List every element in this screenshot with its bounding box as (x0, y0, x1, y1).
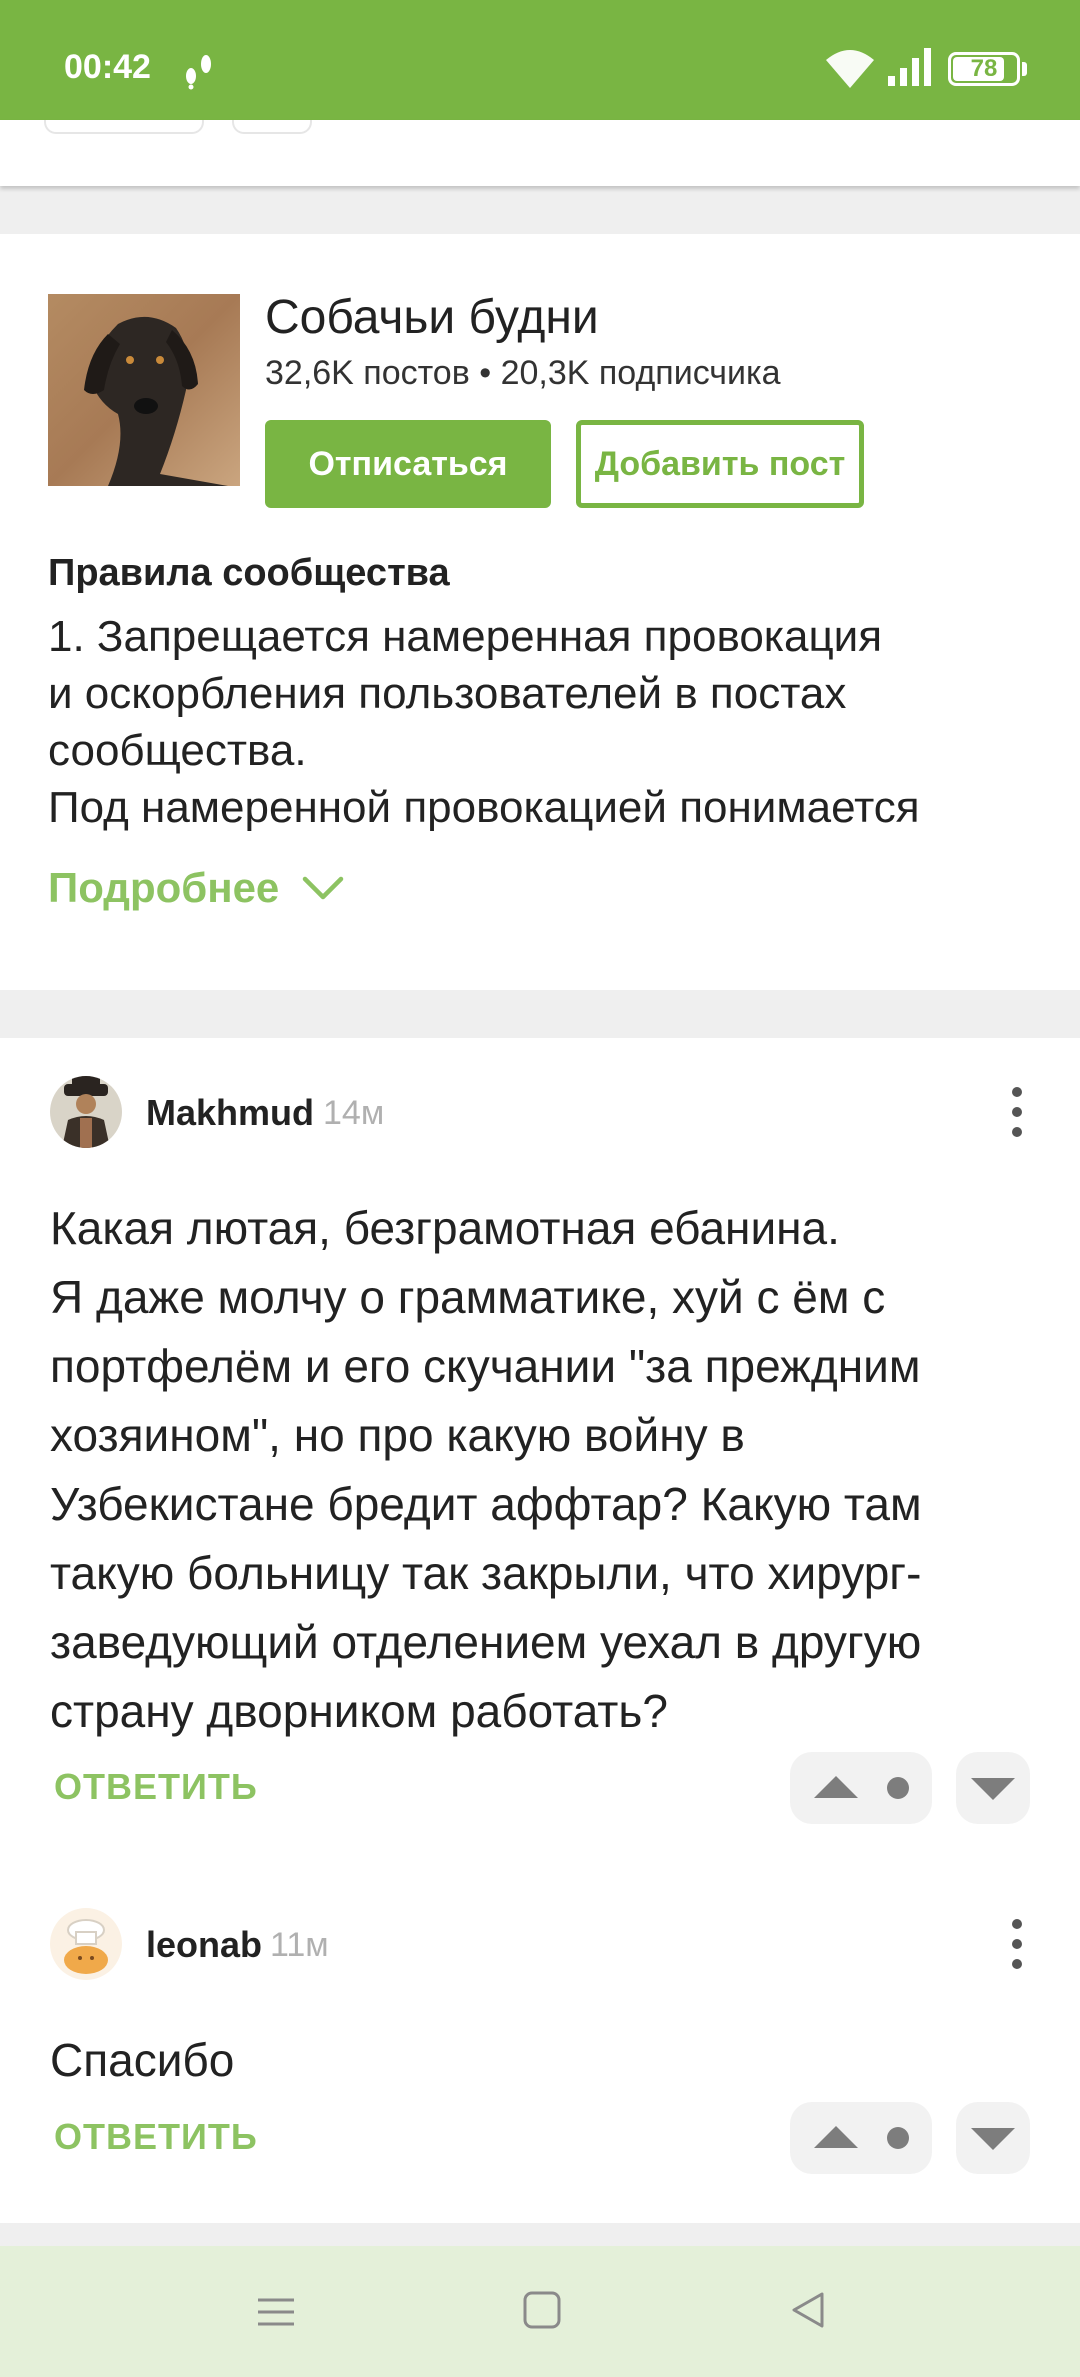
upvote-icon (814, 2126, 909, 2149)
previous-card-edge (0, 120, 1080, 186)
comment-text: Спасибо (50, 2026, 1050, 2095)
system-nav-bar (0, 2246, 1080, 2377)
menu-icon[interactable] (256, 2292, 296, 2332)
dog-photo-icon (48, 294, 240, 486)
community-name[interactable]: Собачьи будни (265, 290, 599, 345)
rules-line: 1. Запрещается намеренная провокация (48, 612, 883, 661)
comment-line: заведующий отделением уехал в другую (50, 1616, 922, 1668)
add-post-button[interactable]: Добавить пост (576, 420, 864, 508)
upvote-control[interactable] (790, 2102, 932, 2174)
reply-button[interactable]: ОТВЕТИТЬ (54, 2116, 258, 2158)
user-avatar-icon (50, 1076, 122, 1148)
unsubscribe-button[interactable]: Отписаться (265, 420, 551, 508)
previous-card-button-stub (232, 120, 312, 134)
comment: Makhmud 14м Какая лютая, безграмотная еб… (0, 1038, 1080, 1824)
back-icon[interactable] (788, 2290, 828, 2330)
more-button[interactable]: Подробнее (48, 864, 345, 912)
battery-level: 78 (970, 55, 998, 82)
chevron-down-icon (303, 876, 344, 900)
community-card: Собачьи будни 32,6K постов • 20,3K подпи… (0, 234, 1080, 990)
previous-card-button-stub (44, 120, 204, 134)
rules-line: и оскорбления пользователей в постах (48, 669, 847, 718)
comment-username[interactable]: leonab (146, 1924, 262, 1966)
more-label: Подробнее (48, 864, 280, 911)
status-bar: 00:42 78 (0, 0, 1080, 120)
comment-line: Какая лютая, безграмотная ебанина. (50, 1202, 840, 1254)
upvote-icon (814, 1776, 909, 1799)
comments-section: Makhmud 14м Какая лютая, безграмотная еб… (0, 1038, 1080, 2223)
comment-time: 14м (323, 1094, 385, 1132)
rules-text: 1. Запрещается намеренная провокация и о… (48, 608, 1048, 836)
comment-line: Спасибо (50, 2034, 235, 2086)
signal-icon (888, 48, 931, 86)
comment-line: портфелём и его скучании "за преждним (50, 1340, 921, 1392)
battery-icon: 78 (948, 52, 1020, 86)
avatar[interactable] (50, 1908, 122, 1980)
downvote-icon (971, 2128, 1015, 2150)
home-icon[interactable] (522, 2290, 562, 2330)
downvote-button[interactable] (956, 2102, 1030, 2174)
comment-username[interactable]: Makhmud (146, 1092, 314, 1134)
comment-time: 11м (270, 1926, 329, 1964)
more-options-icon[interactable] (1004, 1084, 1030, 1140)
battery-cap (1022, 62, 1027, 76)
status-time: 00:42 (64, 48, 151, 86)
rules-title: Правила сообщества (48, 552, 450, 594)
rules-line: Под намеренной провокацией понимается (48, 783, 920, 832)
downvote-icon (971, 1778, 1015, 1800)
reply-button[interactable]: ОТВЕТИТЬ (54, 1766, 258, 1808)
comment-line: Узбекистане бредит аффтар? Какую там (50, 1478, 922, 1530)
upvote-control[interactable] (790, 1752, 932, 1824)
downvote-button[interactable] (956, 1752, 1030, 1824)
community-avatar[interactable] (48, 294, 240, 486)
user-avatar-icon (50, 1908, 122, 1980)
wifi-icon (826, 50, 874, 88)
notification-icon (186, 55, 211, 90)
comment-line: такую больницу так закрыли, что хирург- (50, 1547, 922, 1599)
rules-line: сообщества. (48, 726, 307, 775)
comment-line: страну дворником работать? (50, 1685, 668, 1737)
avatar[interactable] (50, 1076, 122, 1148)
community-stats: 32,6K постов • 20,3K подписчика (265, 354, 781, 392)
more-options-icon[interactable] (1004, 1916, 1030, 1972)
comment-line: хозяином", но про какую войну в (50, 1409, 745, 1461)
comment-text: Какая лютая, безграмотная ебанина. Я даж… (50, 1194, 1050, 1746)
comment-line: Я даже молчу о грамматике, хуй с ём с (50, 1271, 886, 1323)
